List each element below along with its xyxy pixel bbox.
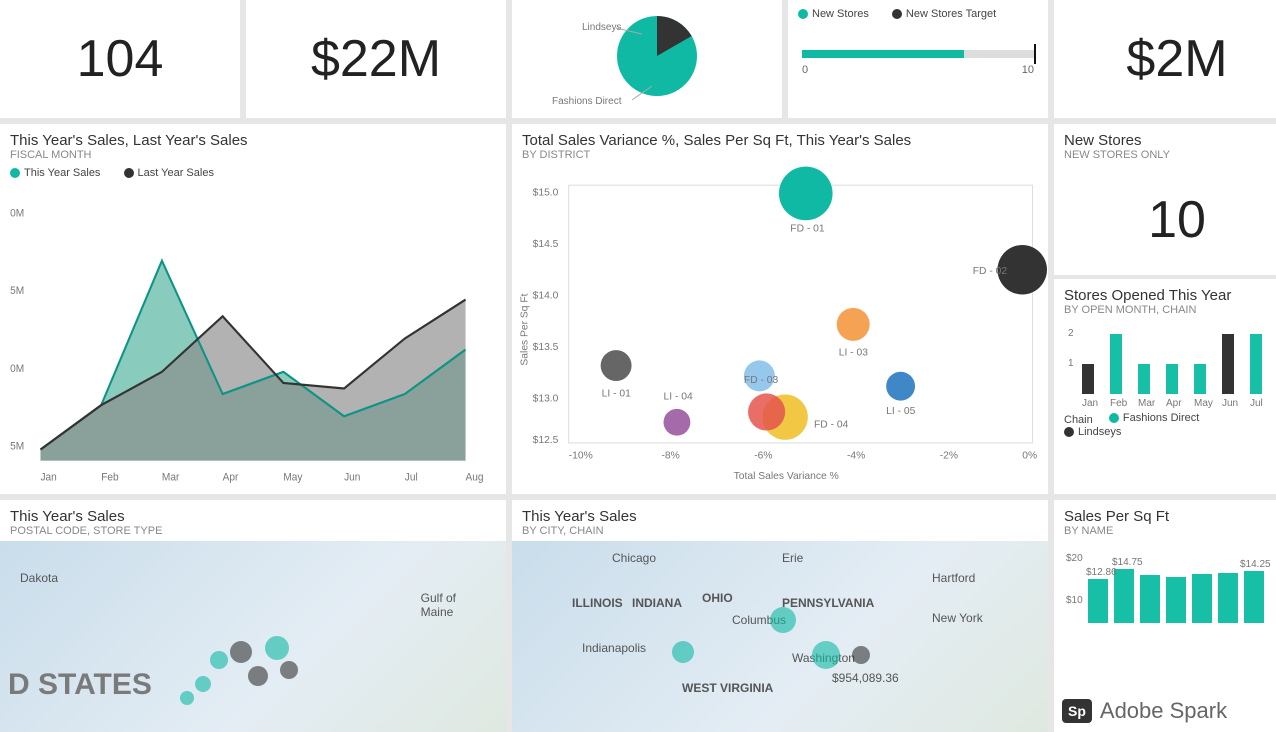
kpi-new-stores[interactable]: 10 bbox=[1054, 165, 1276, 275]
svg-text:Jul: Jul bbox=[405, 471, 418, 484]
chart-title: Stores Opened This Year bbox=[1054, 279, 1276, 304]
svg-text:$12.86: $12.86 bbox=[1086, 567, 1117, 578]
legend-item: This Year Sales bbox=[24, 167, 100, 179]
pie-chain-split[interactable]: Lindseys Fashions Direct bbox=[512, 0, 782, 118]
svg-text:Mar: Mar bbox=[162, 471, 180, 484]
kpi-value: $22M bbox=[311, 29, 441, 89]
legend-item: New Stores Target bbox=[906, 8, 996, 20]
svg-text:0M: 0M bbox=[10, 362, 24, 375]
chart-title: This Year's Sales, Last Year's Sales bbox=[0, 124, 506, 149]
chart-title: Sales Per Sq Ft bbox=[1054, 500, 1276, 525]
kpi-store-count[interactable]: 104 bbox=[0, 0, 240, 118]
gauge-track bbox=[802, 50, 1034, 58]
watermark-text: Adobe Spark bbox=[1100, 698, 1227, 724]
legend-item: New Stores bbox=[812, 8, 869, 20]
svg-text:LI - 04: LI - 04 bbox=[664, 392, 693, 403]
svg-text:-4%: -4% bbox=[847, 450, 865, 461]
chart-subtitle: BY DISTRICT bbox=[512, 149, 1048, 165]
chart-subtitle: NEW STORES ONLY bbox=[1054, 149, 1276, 165]
right-column: New Stores NEW STORES ONLY 10 Stores Ope… bbox=[1054, 124, 1276, 494]
svg-text:Jan: Jan bbox=[40, 471, 56, 484]
svg-text:Jan: Jan bbox=[1082, 398, 1098, 409]
gauge-target-marker bbox=[1034, 44, 1036, 64]
kpi-total-sales[interactable]: $22M bbox=[246, 0, 506, 118]
svg-text:LI - 03: LI - 03 bbox=[839, 347, 868, 358]
svg-text:0%: 0% bbox=[1022, 450, 1037, 461]
chart-title: This Year's Sales bbox=[512, 500, 1048, 525]
kpi-value: 104 bbox=[77, 29, 164, 89]
svg-text:FD - 03: FD - 03 bbox=[744, 375, 779, 386]
pie-label-lindseys: Lindseys bbox=[582, 22, 621, 33]
legend-item: Fashions Direct bbox=[1123, 412, 1199, 424]
svg-text:$14.0: $14.0 bbox=[533, 291, 559, 302]
gauge-tick: 10 bbox=[1022, 64, 1034, 76]
kpi-value: $2M bbox=[1126, 29, 1227, 89]
svg-text:-6%: -6% bbox=[754, 450, 772, 461]
svg-text:FD - 01: FD - 01 bbox=[790, 224, 825, 235]
svg-text:$15.0: $15.0 bbox=[533, 188, 559, 199]
chart-subtitle: BY NAME bbox=[1054, 525, 1276, 541]
adobe-spark-watermark: Sp Adobe Spark bbox=[1062, 698, 1276, 724]
svg-text:May: May bbox=[283, 471, 303, 484]
gauge-tick: 0 bbox=[802, 64, 808, 76]
svg-text:1: 1 bbox=[1068, 358, 1074, 369]
svg-text:Jul: Jul bbox=[1250, 398, 1263, 409]
svg-text:$10: $10 bbox=[1066, 595, 1083, 606]
kpi-new-store-sales[interactable]: $2M bbox=[1054, 0, 1276, 118]
bar-sales-per-sqft[interactable]: Sales Per Sq Ft BY NAME $20 $10 $12.86 $… bbox=[1054, 500, 1276, 732]
chart-title: Total Sales Variance %, Sales Per Sq Ft,… bbox=[512, 124, 1048, 149]
svg-text:$14.25: $14.25 bbox=[1240, 559, 1271, 570]
chart-title: New Stores bbox=[1054, 124, 1276, 149]
svg-text:$14.5: $14.5 bbox=[533, 239, 559, 250]
map-country-label: D STATES bbox=[8, 668, 152, 702]
svg-text:$14.75: $14.75 bbox=[1112, 557, 1143, 568]
chart-subtitle: BY CITY, CHAIN bbox=[512, 525, 1048, 541]
svg-text:May: May bbox=[1194, 398, 1213, 409]
svg-text:Jun: Jun bbox=[1222, 398, 1238, 409]
svg-text:-10%: -10% bbox=[569, 450, 593, 461]
map-sales-city[interactable]: This Year's Sales BY CITY, CHAIN Chicago… bbox=[512, 500, 1048, 732]
svg-text:$13.5: $13.5 bbox=[533, 342, 559, 353]
svg-text:-8%: -8% bbox=[661, 450, 679, 461]
svg-text:Aug: Aug bbox=[466, 471, 484, 484]
gauge-fill bbox=[802, 50, 964, 58]
svg-text:Jun: Jun bbox=[344, 471, 360, 484]
svg-text:Apr: Apr bbox=[1166, 398, 1182, 409]
area-chart-sales[interactable]: This Year's Sales, Last Year's Sales FIS… bbox=[0, 124, 506, 494]
gauge-new-stores[interactable]: New Stores New Stores Target 0 10 bbox=[788, 0, 1048, 118]
legend-item: Last Year Sales bbox=[138, 167, 214, 179]
chart-subtitle: FISCAL MONTH bbox=[0, 149, 506, 165]
spark-badge-icon: Sp bbox=[1062, 699, 1092, 723]
svg-text:LI - 01: LI - 01 bbox=[602, 389, 631, 400]
pie-label-fashions: Fashions Direct bbox=[552, 96, 622, 107]
svg-text:Mar: Mar bbox=[1138, 398, 1156, 409]
svg-text:FD - 02: FD - 02 bbox=[973, 266, 1008, 277]
svg-text:$20: $20 bbox=[1066, 553, 1083, 564]
svg-text:Feb: Feb bbox=[101, 471, 119, 484]
svg-text:2: 2 bbox=[1068, 328, 1074, 339]
legend-label: Chain bbox=[1064, 414, 1093, 426]
svg-text:5M: 5M bbox=[10, 285, 24, 298]
chart-title: This Year's Sales bbox=[0, 500, 506, 525]
svg-text:LI - 05: LI - 05 bbox=[886, 406, 915, 417]
map-sales-postal[interactable]: This Year's Sales POSTAL CODE, STORE TYP… bbox=[0, 500, 506, 732]
svg-text:$12.5: $12.5 bbox=[533, 435, 559, 446]
svg-text:Sales Per Sq Ft: Sales Per Sq Ft bbox=[519, 293, 530, 365]
svg-text:$13.0: $13.0 bbox=[533, 394, 559, 405]
svg-text:-2%: -2% bbox=[940, 450, 958, 461]
bubble-chart-variance[interactable]: Total Sales Variance %, Sales Per Sq Ft,… bbox=[512, 124, 1048, 494]
legend-item: Lindseys bbox=[1078, 426, 1121, 438]
svg-text:Feb: Feb bbox=[1110, 398, 1128, 409]
chart-subtitle: POSTAL CODE, STORE TYPE bbox=[0, 525, 506, 541]
svg-text:Total Sales Variance %: Total Sales Variance % bbox=[734, 471, 839, 482]
svg-text:0M: 0M bbox=[10, 207, 24, 220]
chart-subtitle: BY OPEN MONTH, CHAIN bbox=[1054, 304, 1276, 320]
svg-text:FD - 04: FD - 04 bbox=[814, 419, 849, 430]
svg-text:5M: 5M bbox=[10, 440, 24, 453]
svg-text:Apr: Apr bbox=[223, 471, 239, 484]
